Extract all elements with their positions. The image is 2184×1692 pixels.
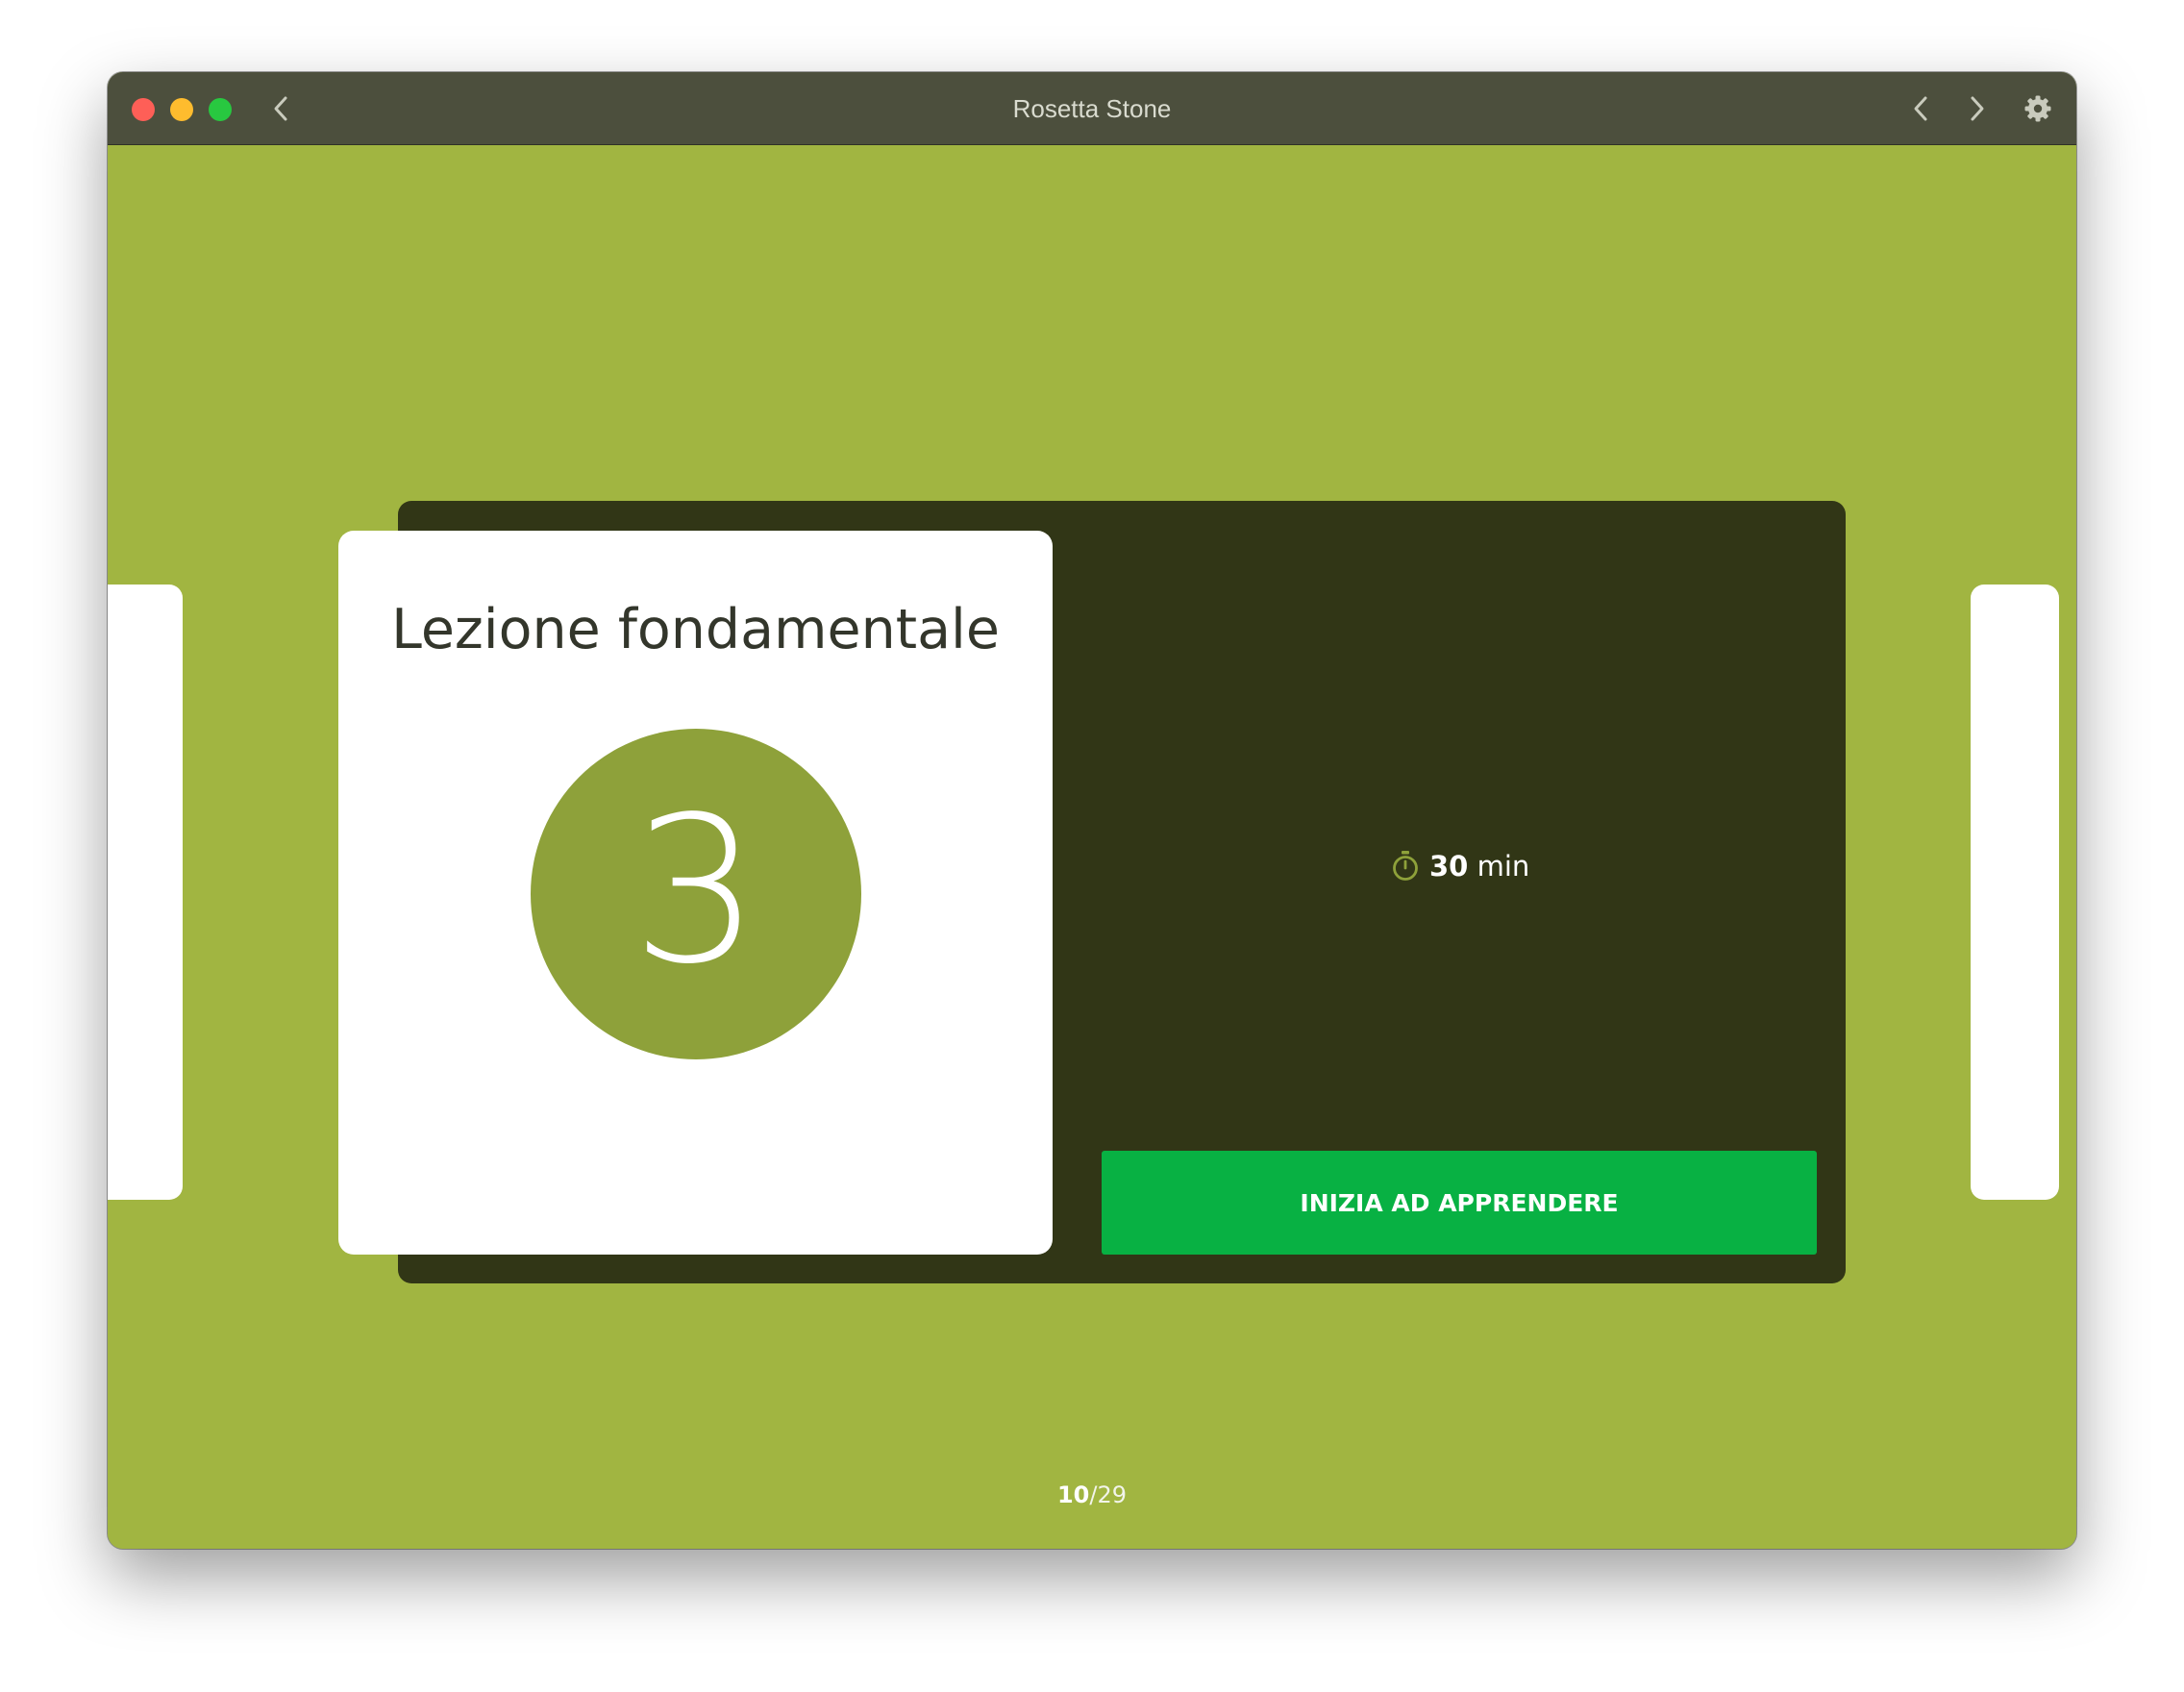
title-bar: Rosetta Stone [108, 72, 2076, 145]
next-lesson-card[interactable] [1971, 585, 2059, 1200]
previous-lesson-card[interactable] [108, 585, 183, 1200]
current-page: 10 [1056, 1481, 1090, 1508]
start-learning-button[interactable]: INIZIA AD APPRENDERE [1102, 1151, 1817, 1255]
window-title: Rosetta Stone [1012, 94, 1172, 123]
lesson-number-badge: 3 [531, 729, 861, 1059]
lesson-duration: 30 min [1391, 847, 1529, 885]
gear-icon [2024, 95, 2051, 122]
lesson-card: Lezione fondamentale 3 [338, 531, 1053, 1255]
next-button[interactable] [1958, 89, 1997, 128]
chevron-left-icon [1914, 96, 1927, 121]
chevron-right-icon [1971, 96, 1984, 121]
lesson-title: Lezione fondamentale [391, 598, 1000, 661]
lesson-carousel: Lezione fondamentale 3 30 min INIZIA AD … [108, 145, 2076, 1549]
previous-button[interactable] [1901, 89, 1940, 128]
total-pages: 29 [1097, 1481, 1128, 1508]
lesson-number: 3 [632, 773, 760, 1008]
duration-value: 30 [1429, 850, 1469, 883]
duration-unit: min [1477, 850, 1530, 883]
app-window: Rosetta Stone Lezione fondamentale 3 30 … [108, 72, 2076, 1549]
stopwatch-icon [1393, 851, 1418, 881]
page-indicator: 10/29 [108, 1481, 2076, 1508]
settings-button[interactable] [2019, 89, 2057, 128]
